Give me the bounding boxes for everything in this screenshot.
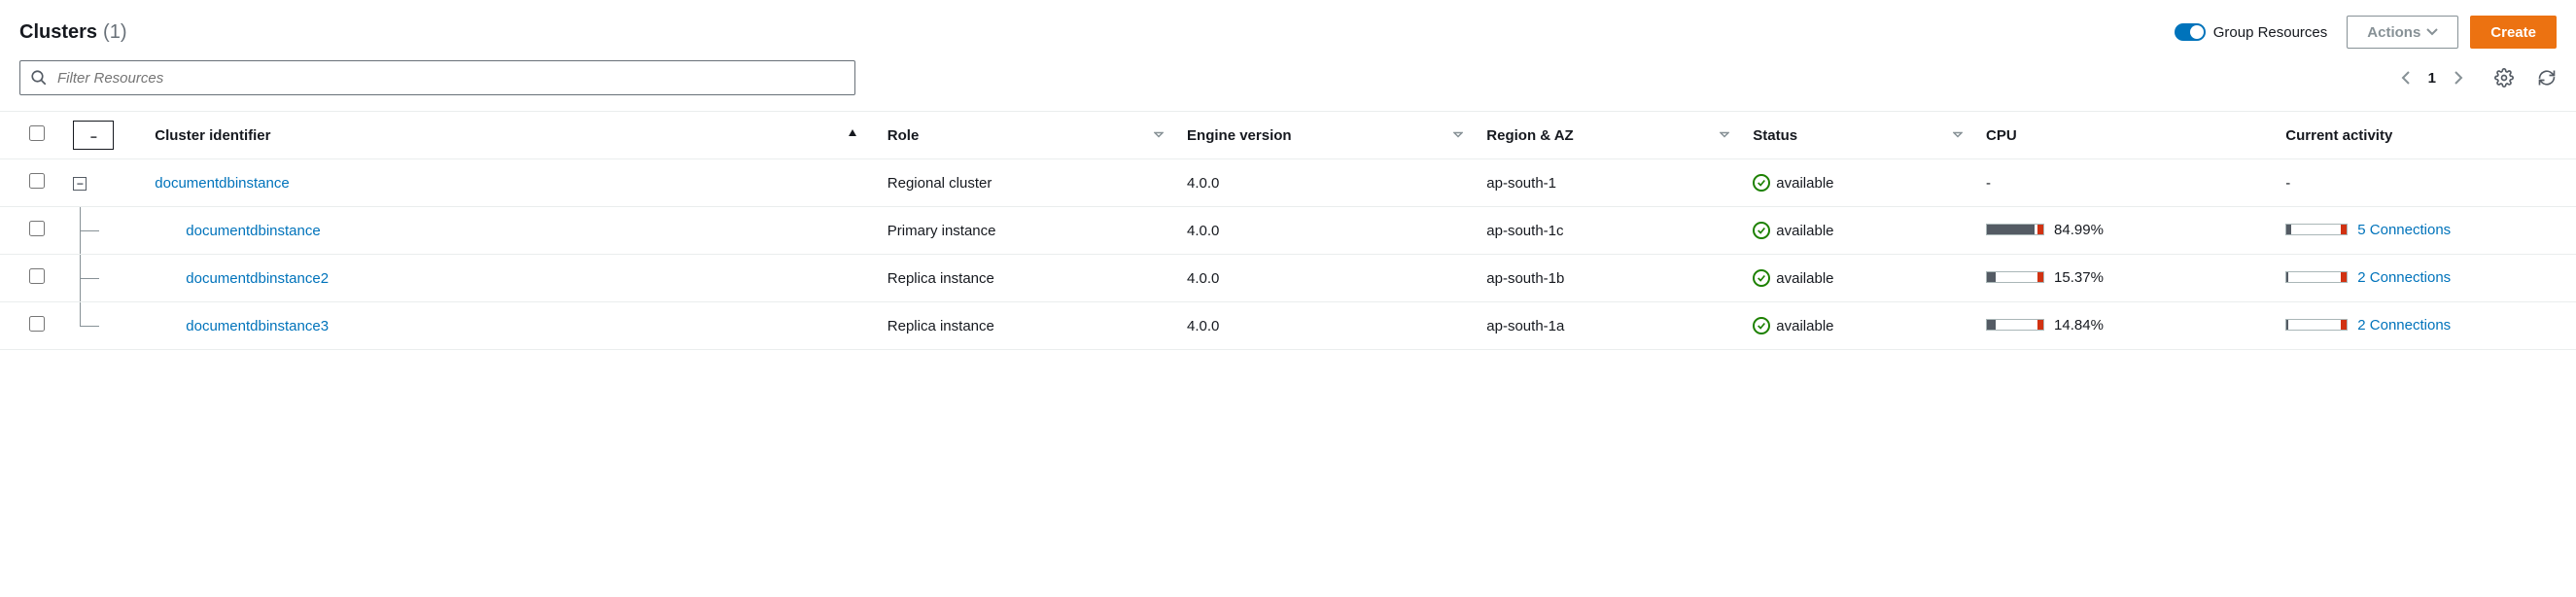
status-ok-icon: [1753, 222, 1770, 239]
sort-caret-icon: [1720, 127, 1729, 144]
settings-button[interactable]: [2494, 68, 2514, 88]
refresh-button[interactable]: [2537, 68, 2557, 88]
group-resources-label: Group Resources: [2213, 24, 2328, 41]
chevron-left-icon: [2401, 70, 2413, 86]
create-label: Create: [2490, 24, 2536, 41]
col-role[interactable]: Role: [876, 112, 1175, 159]
sort-caret-icon: [1154, 127, 1164, 144]
identifier-link[interactable]: documentdbinstance3: [186, 318, 329, 334]
activity-bar: [2285, 271, 2348, 283]
page-header: Clusters (1) Group Resources Actions Cre…: [0, 0, 2576, 60]
row-checkbox[interactable]: [29, 268, 45, 284]
cpu-value: 14.84%: [2054, 317, 2104, 334]
activity-cell: 5 Connections: [2274, 207, 2576, 255]
cpu-value: 84.99%: [2054, 222, 2104, 238]
engine-cell: 4.0.0: [1175, 207, 1475, 255]
cpu-bar: [1986, 224, 2044, 235]
role-cell: Regional cluster: [876, 159, 1175, 207]
status-ok-icon: [1753, 174, 1770, 192]
cpu-cell: -: [1974, 159, 2274, 207]
page-number: 1: [2428, 70, 2436, 87]
col-identifier[interactable]: Cluster identifier: [143, 112, 876, 159]
region-cell: ap-south-1b: [1475, 255, 1741, 302]
col-status[interactable]: Status: [1741, 112, 1974, 159]
chevron-right-icon: [2452, 70, 2463, 86]
refresh-icon: [2537, 68, 2557, 88]
col-cpu: CPU: [1974, 112, 2274, 159]
select-all-checkbox[interactable]: [29, 125, 45, 141]
page-title: Clusters: [19, 21, 97, 44]
status-ok-icon: [1753, 317, 1770, 334]
prev-page-button[interactable]: [2401, 70, 2413, 86]
activity-bar: [2285, 224, 2348, 235]
status-cell: available: [1741, 159, 1974, 207]
sort-asc-icon: [847, 127, 858, 139]
status-cell: available: [1741, 255, 1974, 302]
region-cell: ap-south-1: [1475, 159, 1741, 207]
resource-count: (1): [103, 21, 126, 44]
create-button[interactable]: Create: [2470, 16, 2557, 49]
row-checkbox[interactable]: [29, 221, 45, 236]
connections-link[interactable]: 5 Connections: [2357, 222, 2451, 238]
identifier-link[interactable]: documentdbinstance: [155, 175, 289, 192]
gear-icon: [2494, 68, 2514, 88]
engine-cell: 4.0.0: [1175, 255, 1475, 302]
col-activity: Current activity: [2274, 112, 2576, 159]
row-checkbox[interactable]: [29, 316, 45, 332]
activity-cell: 2 Connections: [2274, 255, 2576, 302]
role-cell: Replica instance: [876, 255, 1175, 302]
collapse-cluster-button[interactable]: −: [73, 177, 87, 191]
table-row: − documentdbinstance Regional cluster4.0.0…: [0, 159, 2576, 207]
col-engine[interactable]: Engine version: [1175, 112, 1475, 159]
table-row: documentdbinstancePrimary instance4.0.0a…: [0, 207, 2576, 255]
connections-link[interactable]: 2 Connections: [2357, 317, 2451, 334]
clusters-table: − Cluster identifier Role Engine version: [0, 111, 2576, 350]
pagination: 1: [2401, 70, 2463, 87]
sort-caret-icon: [1453, 127, 1463, 144]
col-region[interactable]: Region & AZ: [1475, 112, 1741, 159]
engine-cell: 4.0.0: [1175, 159, 1475, 207]
row-checkbox[interactable]: [29, 173, 45, 189]
next-page-button[interactable]: [2452, 70, 2463, 86]
search-input[interactable]: [48, 70, 845, 87]
cpu-cell: 15.37%: [1974, 255, 2274, 302]
filter-box[interactable]: [19, 60, 855, 95]
sort-caret-icon: [1953, 127, 1963, 144]
actions-button[interactable]: Actions: [2347, 16, 2458, 49]
activity-bar: [2285, 319, 2348, 331]
cpu-cell: 84.99%: [1974, 207, 2274, 255]
table-row: documentdbinstance2 Replica instance4.0.0…: [0, 255, 2576, 302]
status-ok-icon: [1753, 269, 1770, 287]
activity-cell: 2 Connections: [2274, 302, 2576, 350]
identifier-link[interactable]: documentdbinstance2: [186, 270, 329, 287]
cpu-value: 15.37%: [2054, 269, 2104, 286]
cpu-bar: [1986, 319, 2044, 331]
caret-down-icon: [2426, 28, 2438, 36]
collapse-all-button[interactable]: −: [73, 121, 114, 150]
status-cell: available: [1741, 207, 1974, 255]
region-cell: ap-south-1c: [1475, 207, 1741, 255]
cpu-cell: 14.84%: [1974, 302, 2274, 350]
cpu-bar: [1986, 271, 2044, 283]
region-cell: ap-south-1a: [1475, 302, 1741, 350]
role-cell: Primary instance: [876, 207, 1175, 255]
connections-link[interactable]: 2 Connections: [2357, 269, 2451, 286]
role-cell: Replica instance: [876, 302, 1175, 350]
identifier-link[interactable]: documentdbinstance: [186, 223, 320, 239]
activity-cell: -: [2274, 159, 2576, 207]
table-row: documentdbinstance3 Replica instance4.0.0…: [0, 302, 2576, 350]
engine-cell: 4.0.0: [1175, 302, 1475, 350]
group-resources-toggle[interactable]: [2175, 23, 2206, 41]
actions-label: Actions: [2367, 24, 2420, 41]
search-icon: [30, 69, 48, 87]
status-cell: available: [1741, 302, 1974, 350]
